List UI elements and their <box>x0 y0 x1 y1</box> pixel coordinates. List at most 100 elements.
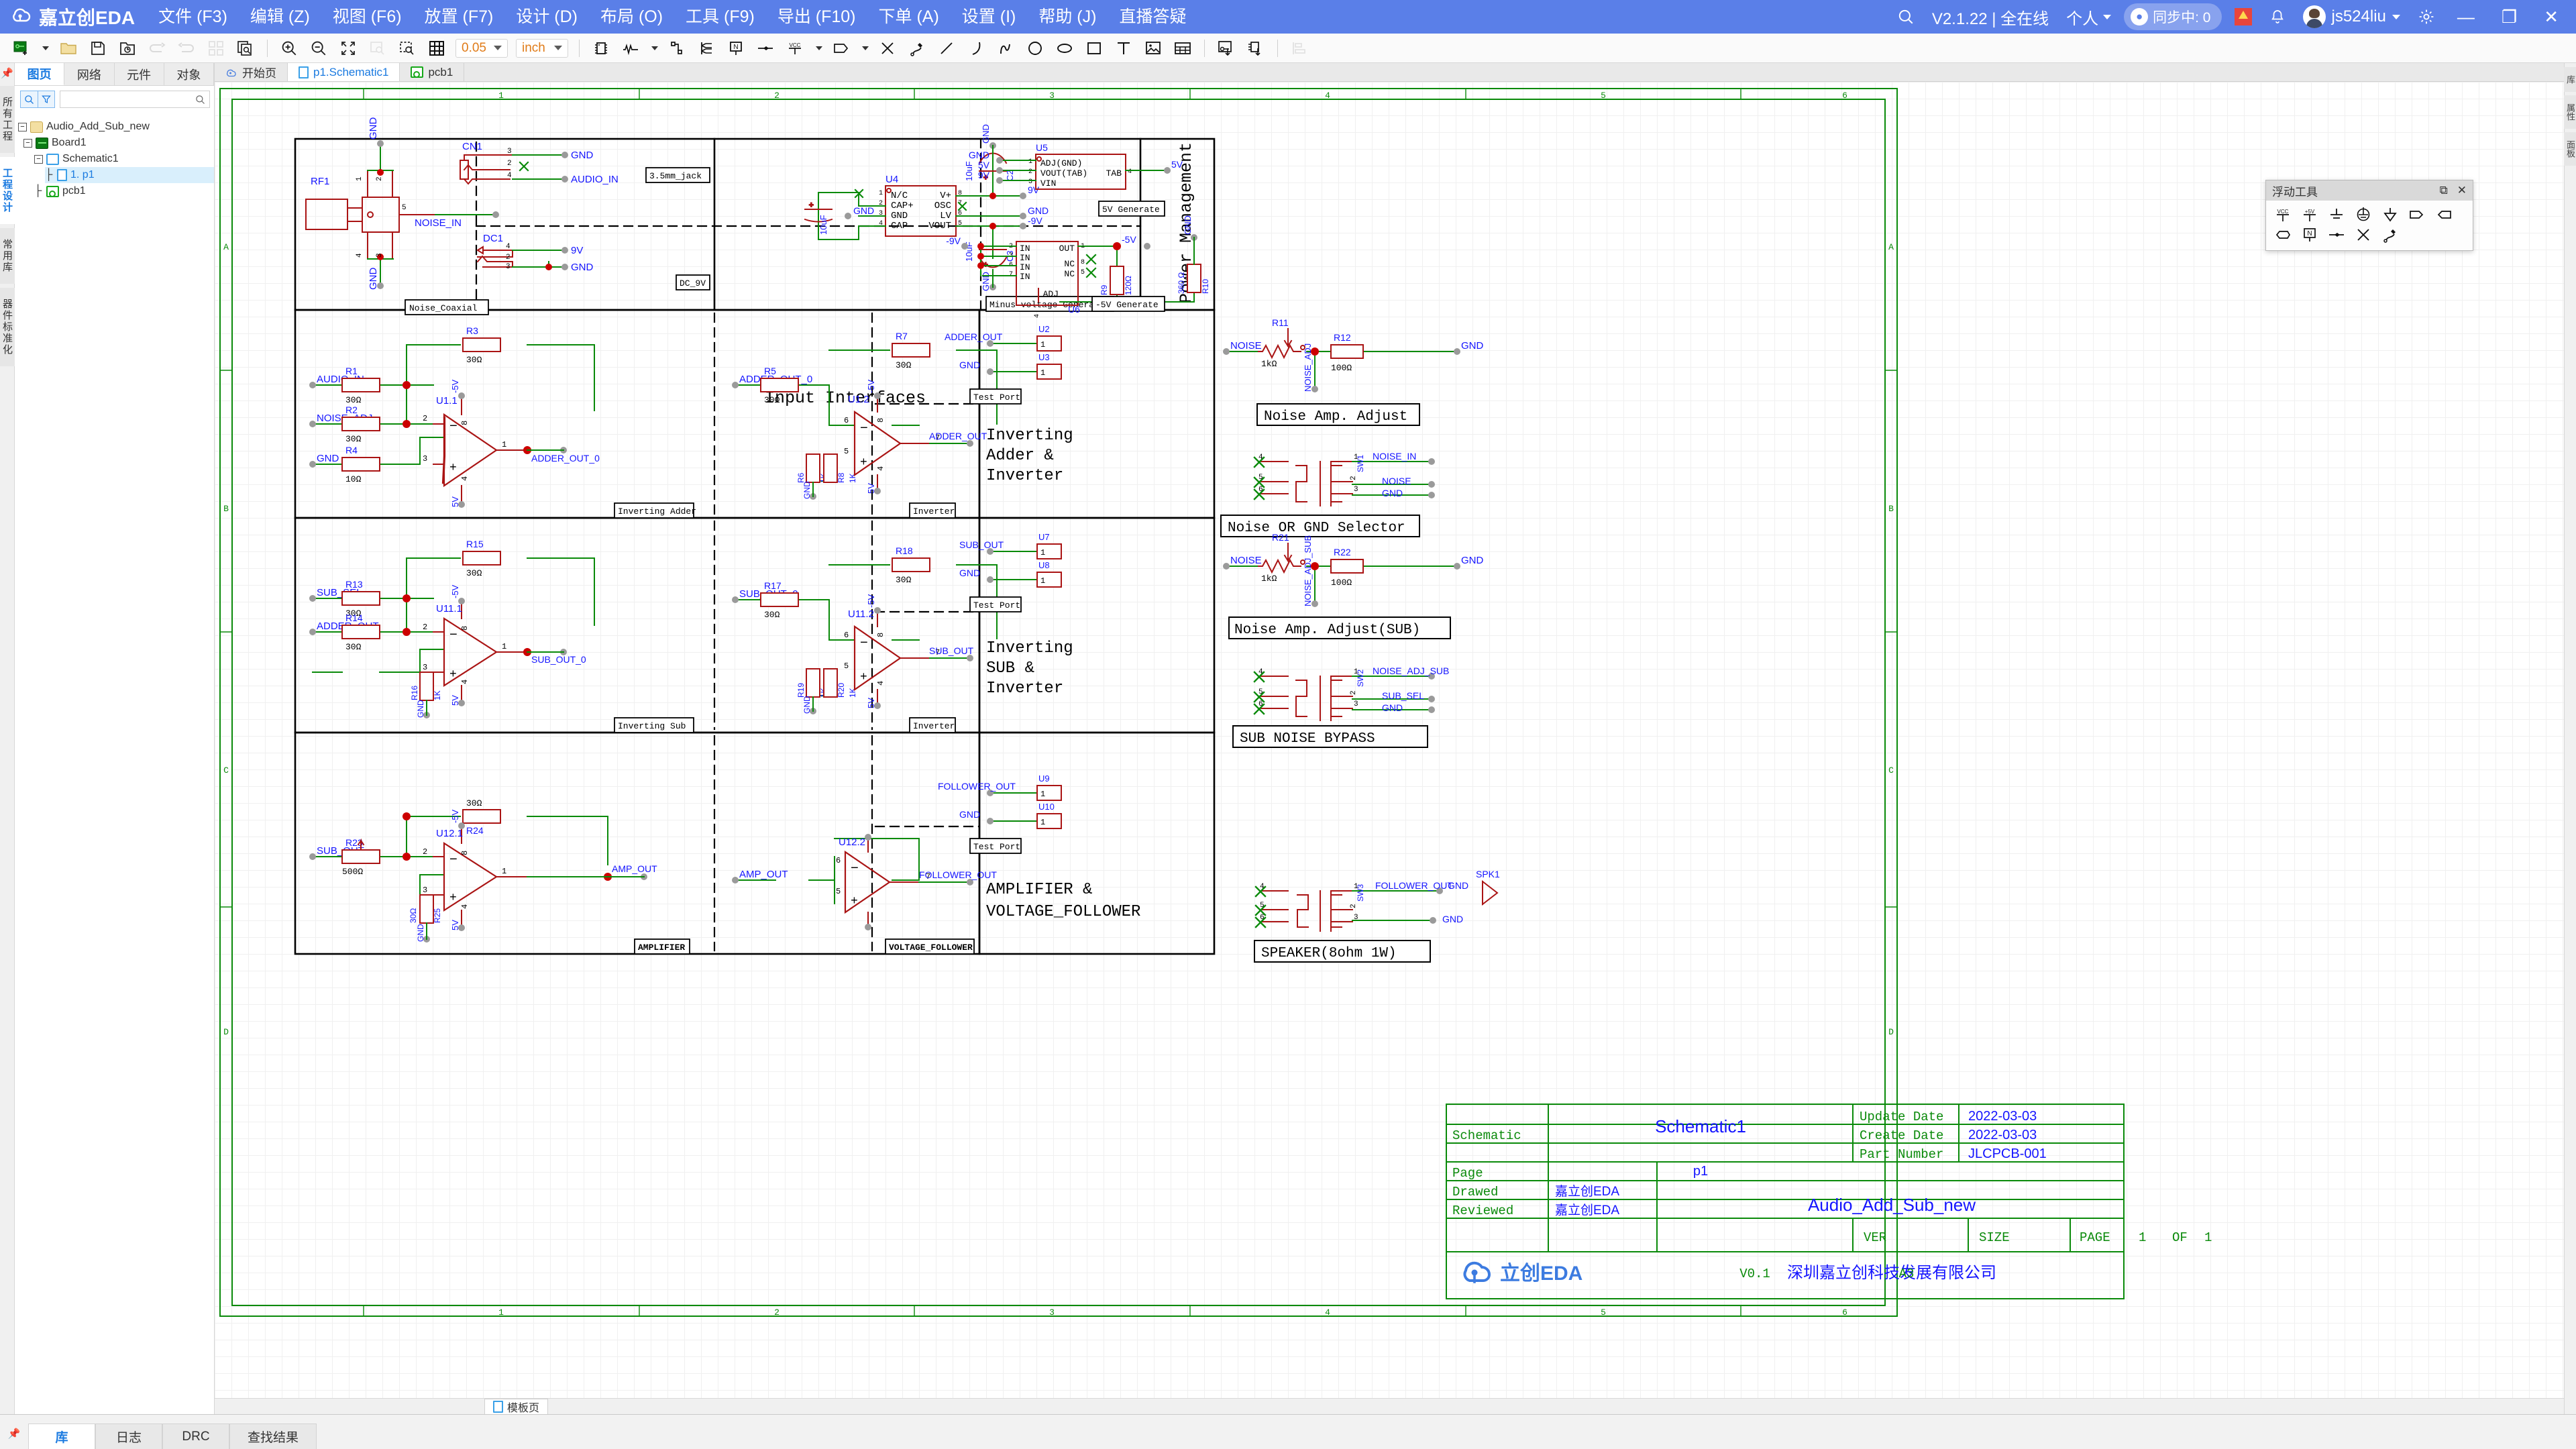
zoom-select-icon[interactable] <box>396 37 419 60</box>
wire-icon[interactable] <box>619 37 642 60</box>
vcc-symbol-icon[interactable]: VCC <box>2274 206 2292 223</box>
status-tab-drc[interactable]: DRC <box>162 1424 229 1449</box>
grid-icon[interactable] <box>425 37 448 60</box>
tree-item-pcb[interactable]: ├ pcb1 <box>34 183 214 199</box>
schematic-canvas[interactable]: 123 456 123 456 ABCD ABCD Input Interfac… <box>215 82 2564 1398</box>
pen-icon[interactable] <box>2381 226 2399 244</box>
menu-order[interactable]: 下单 (A) <box>867 0 951 34</box>
menu-tools[interactable]: 工具 (F9) <box>674 0 766 34</box>
align-icon[interactable] <box>1288 37 1311 60</box>
pin-icon[interactable]: 📌 <box>0 1428 28 1449</box>
vcc-icon[interactable]: VCC <box>784 37 806 60</box>
filter-icon[interactable] <box>38 91 55 108</box>
close-button[interactable]: ✕ <box>2530 7 2572 28</box>
netport-dot-icon[interactable] <box>2328 226 2345 244</box>
image-icon[interactable] <box>1142 37 1165 60</box>
sync-status-pill[interactable]: ● 同步中: 0 <box>2124 3 2222 30</box>
search-icon[interactable] <box>1888 8 1923 25</box>
expander-icon[interactable]: − <box>18 122 27 131</box>
menu-design[interactable]: 设计 (D) <box>504 0 589 34</box>
menu-live-qa[interactable]: 直播答疑 <box>1108 0 1197 34</box>
circle-icon[interactable] <box>1024 37 1046 60</box>
right-rail-tab-panel[interactable]: 面板 <box>2563 132 2576 166</box>
tree-item-project[interactable]: − Audio_Add_Sub_new <box>18 119 214 135</box>
menu-view[interactable]: 视图 (F6) <box>321 0 413 34</box>
user-menu[interactable]: js524liu <box>2294 5 2409 28</box>
expander-icon[interactable]: − <box>34 154 43 164</box>
account-type[interactable]: 个人 <box>2057 5 2120 29</box>
netflag-hex-icon[interactable] <box>2274 226 2292 244</box>
netport-left-icon[interactable] <box>2435 206 2453 223</box>
rect-icon[interactable] <box>1083 37 1106 60</box>
text-icon[interactable] <box>1112 37 1135 60</box>
expander-icon[interactable]: − <box>23 138 32 148</box>
duplicate-find-icon[interactable] <box>234 37 257 60</box>
menu-place[interactable]: 放置 (F7) <box>413 0 505 34</box>
search-input[interactable] <box>60 91 210 108</box>
netport-dropdown[interactable] <box>859 37 869 60</box>
pen-icon[interactable] <box>906 37 928 60</box>
save-as-icon[interactable] <box>116 37 139 60</box>
menu-file[interactable]: 文件 (F3) <box>147 0 239 34</box>
redo-icon[interactable] <box>175 37 198 60</box>
pin-icon[interactable]: 📌 <box>1 67 13 79</box>
menu-layout[interactable]: 布局 (O) <box>589 0 674 34</box>
earth-symbol-icon[interactable] <box>2355 206 2372 223</box>
netlabel-N-icon[interactable]: N <box>2301 226 2318 244</box>
arc-icon[interactable] <box>965 37 987 60</box>
ground-symbol-icon[interactable] <box>2328 206 2345 223</box>
bus-entry-icon[interactable] <box>695 37 718 60</box>
table-icon[interactable] <box>1171 37 1194 60</box>
bell-icon[interactable] <box>2261 9 2294 25</box>
menu-edit[interactable]: 编辑 (Z) <box>239 0 321 34</box>
doc-tab-pcb[interactable]: pcb1 <box>400 63 465 81</box>
zoom-out-icon[interactable] <box>307 37 330 60</box>
netlabel-icon[interactable]: N <box>724 37 747 60</box>
bus-icon[interactable] <box>665 37 688 60</box>
tab-components[interactable]: 元件 <box>115 63 164 85</box>
gnd-arrow-icon[interactable] <box>2381 206 2399 223</box>
restore-button[interactable]: ❐ <box>2488 7 2530 28</box>
search-toggle-icon[interactable] <box>20 91 38 108</box>
chip-update-icon[interactable] <box>1244 37 1267 60</box>
template-page-tab[interactable]: 模板页 <box>484 1398 549 1414</box>
right-rail-tab-props[interactable]: 属性 <box>2563 95 2576 129</box>
rail-tab-project-design[interactable]: 工程设计 <box>0 157 15 224</box>
doc-tab-home[interactable]: 开始页 <box>215 63 288 81</box>
netport-right-icon[interactable] <box>2408 206 2426 223</box>
doc-tab-schematic[interactable]: p1.Schematic1 <box>288 63 400 81</box>
menu-settings[interactable]: 设置 (I) <box>951 0 1028 34</box>
tree-item-page-p1[interactable]: ├ 1. p1 <box>45 167 214 183</box>
part-update-icon[interactable] <box>1215 37 1238 60</box>
fit-screen-icon[interactable] <box>337 37 360 60</box>
tree-item-board[interactable]: − Board1 <box>23 135 214 151</box>
open-folder-icon[interactable] <box>57 37 80 60</box>
status-tab-log[interactable]: 日志 <box>95 1424 162 1449</box>
vcc-dropdown[interactable] <box>813 37 823 60</box>
netport-icon[interactable] <box>830 37 853 60</box>
menu-export[interactable]: 导出 (F10) <box>766 0 867 34</box>
save-icon[interactable] <box>87 37 109 60</box>
floating-tool-header[interactable]: 浮动工具 ⧉ ✕ <box>2266 180 2473 201</box>
unit-select[interactable]: inch <box>516 38 568 58</box>
line-icon[interactable] <box>935 37 958 60</box>
wire-dropdown[interactable] <box>649 37 659 60</box>
status-tab-library[interactable]: 库 <box>28 1424 95 1449</box>
zoom-area-icon[interactable] <box>366 37 389 60</box>
minimize-button[interactable]: — <box>2444 7 2488 28</box>
tab-sheets[interactable]: 图页 <box>15 63 65 85</box>
rail-tab-standardize[interactable]: 器件标准化 <box>0 288 15 366</box>
rail-tab-all-projects[interactable]: 所有工程 <box>0 86 15 153</box>
no-connect-icon[interactable] <box>2355 226 2372 244</box>
right-rail-tab-lib[interactable]: 库 <box>2563 67 2576 92</box>
component-icon[interactable] <box>590 37 612 60</box>
ellipse-icon[interactable] <box>1053 37 1076 60</box>
no-connect-icon[interactable] <box>876 37 899 60</box>
new-board-icon[interactable] <box>10 37 33 60</box>
undo-icon[interactable] <box>146 37 168 60</box>
spline-icon[interactable] <box>994 37 1017 60</box>
tab-nets[interactable]: 网络 <box>64 63 115 85</box>
rail-tab-common-lib[interactable]: 常用库 <box>0 228 15 284</box>
floating-tool-window[interactable]: 浮动工具 ⧉ ✕ VCC +5V N <box>2265 180 2473 251</box>
new-board-dropdown[interactable] <box>40 37 50 60</box>
